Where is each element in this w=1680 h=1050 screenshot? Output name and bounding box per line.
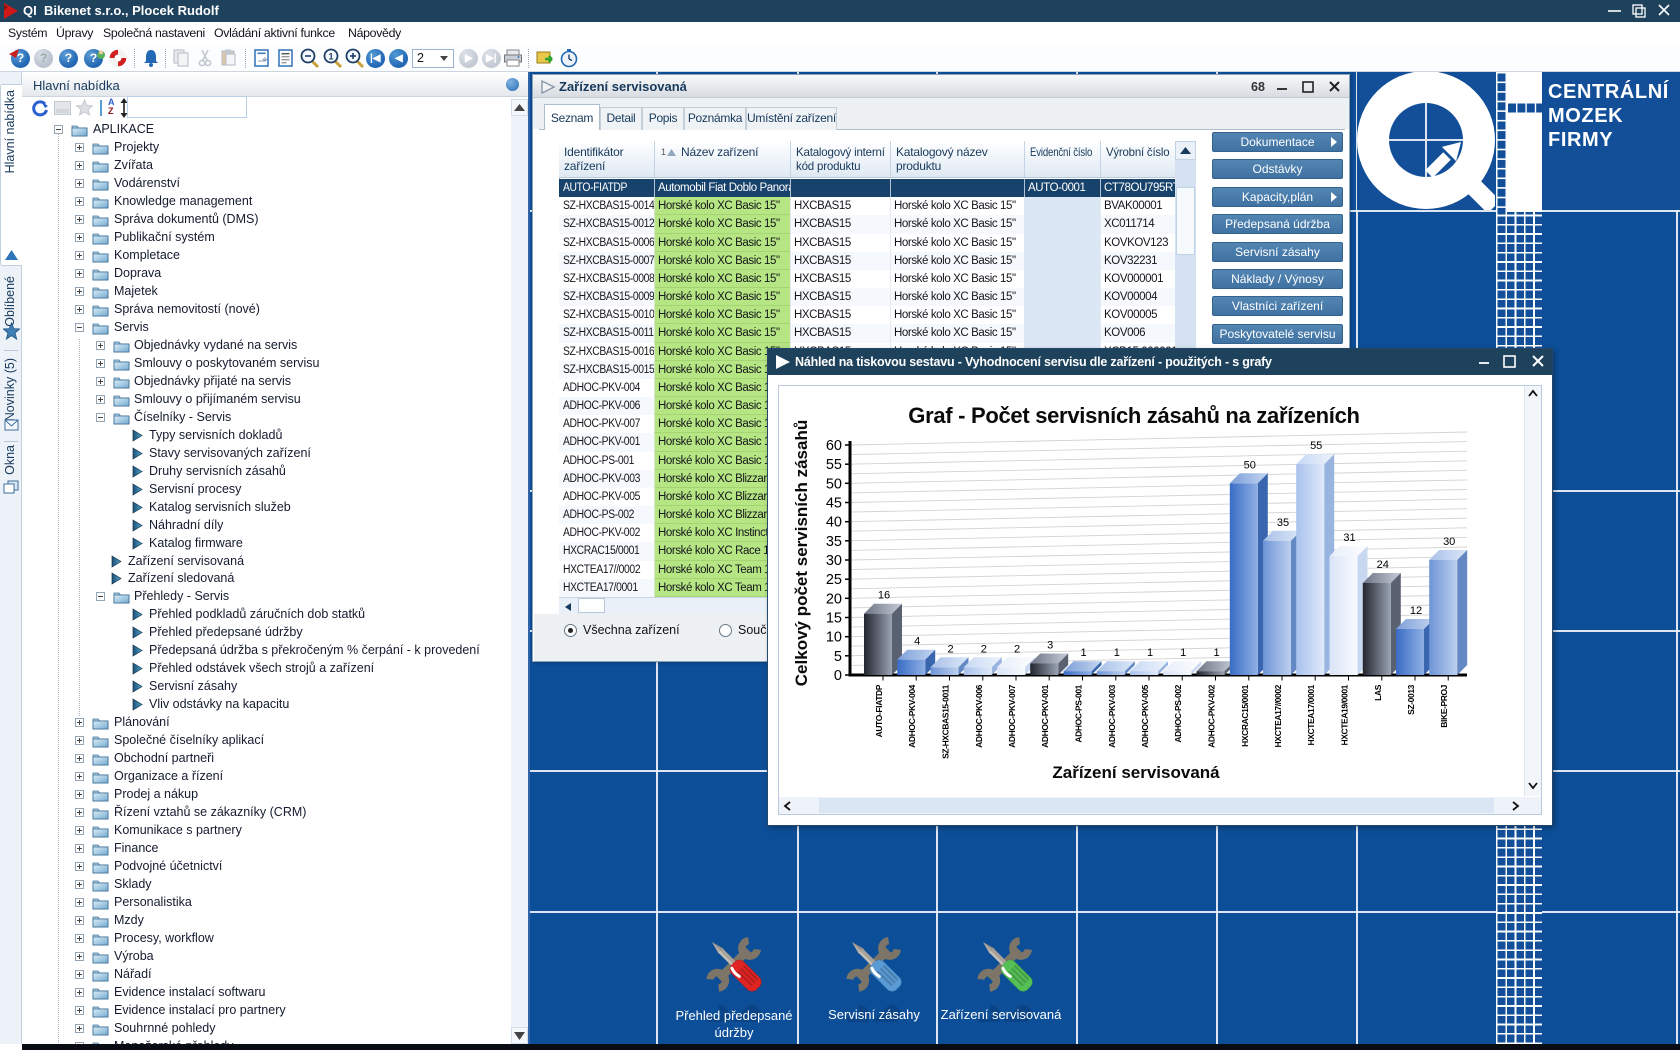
svg-text:AUTO-FIATDP: AUTO-FIATDP — [874, 684, 884, 737]
svg-text:BIKE-PROJ: BIKE-PROJ — [1439, 684, 1449, 727]
svg-text:ADHOC-PKV-007: ADHOC-PKV-007 — [1007, 684, 1017, 747]
svg-text:50: 50 — [826, 476, 842, 492]
svg-text:3: 3 — [1047, 640, 1053, 652]
svg-text:31: 31 — [1343, 532, 1355, 544]
svg-text:45: 45 — [826, 496, 842, 512]
svg-text:ADHOC-PKV-004: ADHOC-PKV-004 — [907, 684, 917, 747]
svg-text:50: 50 — [1244, 459, 1256, 471]
svg-text:20: 20 — [826, 591, 842, 607]
svg-text:4: 4 — [914, 636, 920, 648]
svg-text:25: 25 — [826, 572, 842, 588]
svg-text:12: 12 — [1410, 605, 1422, 617]
svg-text:35: 35 — [1277, 517, 1289, 529]
svg-text:35: 35 — [826, 534, 842, 550]
svg-text:30: 30 — [1443, 536, 1455, 548]
svg-text:0: 0 — [834, 668, 842, 684]
svg-text:55: 55 — [826, 457, 842, 473]
svg-text:30: 30 — [826, 553, 842, 569]
svg-text:ADHOC-PKV-005: ADHOC-PKV-005 — [1140, 684, 1150, 747]
svg-text:ADHOC-PKV-002: ADHOC-PKV-002 — [1207, 684, 1217, 747]
svg-text:1: 1 — [1213, 647, 1219, 659]
svg-text:HXCTEA17/0001: HXCTEA17/0001 — [1306, 684, 1316, 745]
svg-text:HXCTEA19/0001: HXCTEA19/0001 — [1340, 684, 1350, 745]
svg-text:5: 5 — [834, 649, 842, 665]
svg-text:2: 2 — [1014, 643, 1020, 655]
svg-text:1: 1 — [328, 52, 333, 62]
svg-text:10: 10 — [826, 630, 842, 646]
svg-text:16: 16 — [878, 590, 890, 602]
svg-text:ADHOC-PKV-003: ADHOC-PKV-003 — [1107, 684, 1117, 747]
svg-text:60: 60 — [826, 438, 842, 454]
svg-text:ADHOC-PS-001: ADHOC-PS-001 — [1074, 684, 1084, 742]
svg-text:ADHOC-PKV-001: ADHOC-PKV-001 — [1040, 684, 1050, 747]
svg-text:1: 1 — [1147, 647, 1153, 659]
svg-text:1: 1 — [1114, 647, 1120, 659]
svg-text:40: 40 — [826, 515, 842, 531]
svg-text:15: 15 — [826, 611, 842, 627]
svg-text:2: 2 — [947, 643, 953, 655]
svg-text:SZ-0013: SZ-0013 — [1406, 684, 1416, 714]
svg-text:HXCRAC15/0001: HXCRAC15/0001 — [1240, 684, 1250, 747]
svg-text:ADHOC-PS-002: ADHOC-PS-002 — [1173, 684, 1183, 742]
svg-text:1: 1 — [1080, 647, 1086, 659]
svg-text:1: 1 — [1180, 647, 1186, 659]
svg-text:2: 2 — [981, 643, 987, 655]
svg-text:Zařízení servisovaná: Zařízení servisovaná — [1052, 763, 1220, 782]
svg-text:ADHOC-PKV-006: ADHOC-PKV-006 — [974, 684, 984, 747]
svg-text:SZ-HXCBAS15-0011: SZ-HXCBAS15-0011 — [941, 684, 951, 759]
svg-text:LAS: LAS — [1373, 684, 1383, 701]
svg-text:HXCTEA17//0002: HXCTEA17//0002 — [1273, 684, 1283, 747]
svg-text:55: 55 — [1310, 440, 1322, 452]
svg-text:Celkový počet servisních zásah: Celkový počet servisních zásahů — [792, 420, 811, 686]
svg-text:24: 24 — [1377, 559, 1389, 571]
svg-text:Graf - Počet servisních zásahů: Graf - Počet servisních zásahů na zaříze… — [908, 403, 1359, 428]
